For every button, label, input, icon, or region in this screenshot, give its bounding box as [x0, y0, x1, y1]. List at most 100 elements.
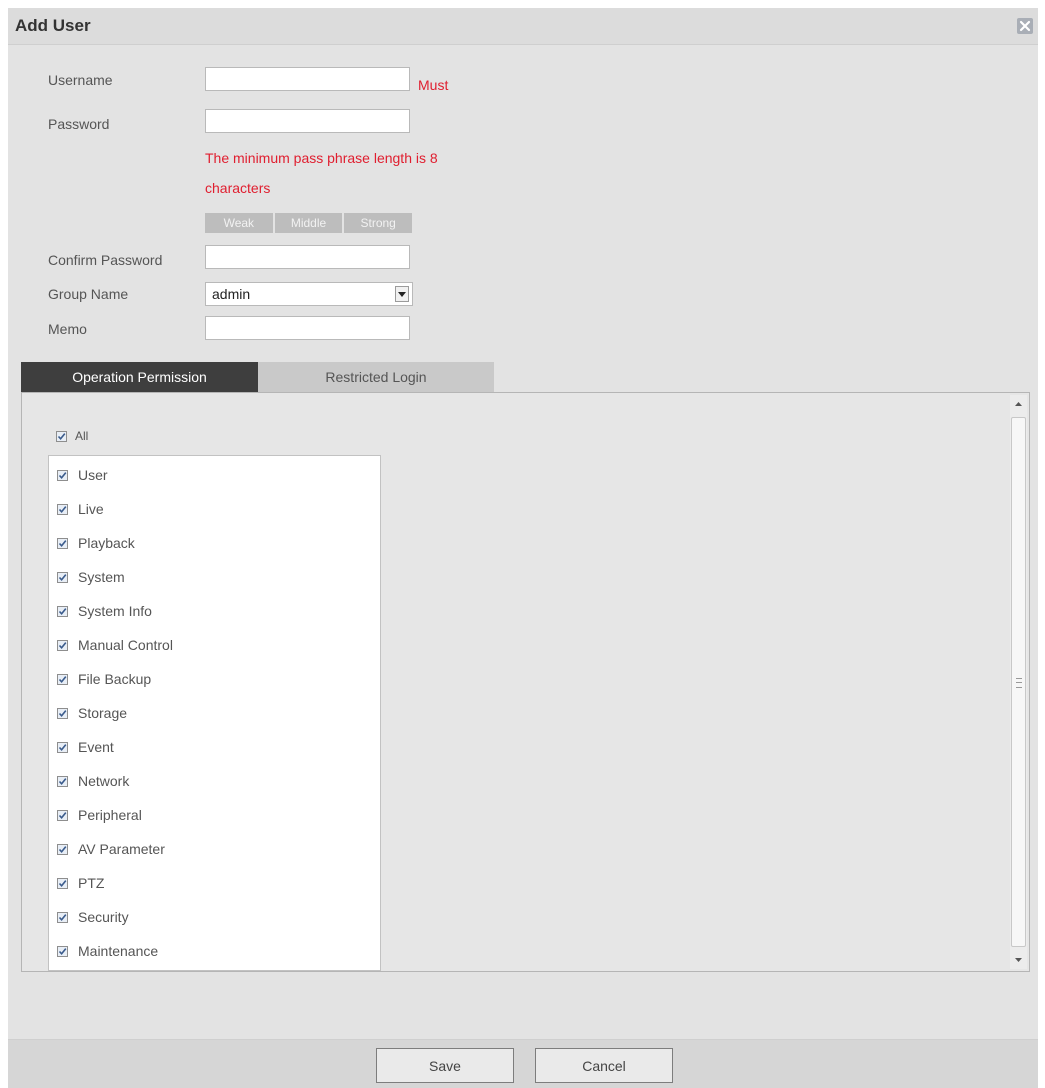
permission-label: Playback — [78, 535, 135, 551]
all-permissions-row[interactable]: All — [56, 429, 88, 443]
permission-checkbox[interactable] — [57, 639, 68, 651]
grip-icon — [1016, 678, 1022, 688]
list-item[interactable]: User — [57, 465, 108, 485]
permission-checkbox[interactable] — [57, 843, 68, 855]
close-button[interactable] — [1017, 18, 1033, 34]
permission-label: Event — [78, 739, 114, 755]
tab-restricted-login[interactable]: Restricted Login — [258, 362, 494, 392]
permission-label: PTZ — [78, 875, 105, 891]
list-item[interactable]: Event — [57, 737, 114, 757]
password-hint-line1: The minimum pass phrase length is 8 — [205, 150, 438, 166]
password-label: Password — [48, 116, 110, 132]
permission-label: System Info — [78, 603, 152, 619]
checkmark-icon — [58, 539, 67, 547]
permission-checkbox[interactable] — [57, 605, 68, 617]
memo-label: Memo — [48, 321, 87, 337]
password-strength-meter: Weak Middle Strong — [205, 213, 413, 233]
permission-checkbox[interactable] — [57, 503, 68, 515]
checkmark-icon — [58, 607, 67, 615]
vertical-scrollbar[interactable] — [1010, 395, 1027, 969]
permission-checkbox[interactable] — [57, 469, 68, 481]
password-input[interactable] — [205, 109, 410, 133]
scroll-up-button[interactable] — [1010, 395, 1027, 413]
memo-input[interactable] — [205, 316, 410, 340]
list-item[interactable]: Live — [57, 499, 104, 519]
checkmark-icon — [58, 845, 67, 853]
list-item[interactable]: Manual Control — [57, 635, 173, 655]
strength-weak: Weak — [205, 213, 273, 233]
list-item[interactable]: System Info — [57, 601, 152, 621]
save-button[interactable]: Save — [376, 1048, 514, 1083]
permission-label: Peripheral — [78, 807, 142, 823]
permission-label: Storage — [78, 705, 128, 721]
password-hint-line2: characters — [205, 180, 271, 196]
dialog-footer: Save Cancel — [8, 1039, 1038, 1088]
permission-label: Network — [78, 773, 130, 789]
permission-checkbox[interactable] — [57, 673, 68, 685]
list-item[interactable]: System — [57, 567, 125, 587]
permission-checkbox[interactable] — [57, 741, 68, 753]
permission-label: Maintenance — [78, 943, 159, 959]
close-icon — [1019, 20, 1031, 32]
all-checkbox[interactable] — [56, 430, 67, 442]
all-label: All — [75, 429, 89, 443]
add-user-dialog: Add User Username Must Password The mini… — [8, 8, 1038, 1088]
group-name-select[interactable]: admin — [205, 282, 413, 306]
checkmark-icon — [58, 947, 67, 955]
permission-checkbox[interactable] — [57, 945, 68, 957]
list-item[interactable]: Playback — [57, 533, 135, 553]
permission-checkbox[interactable] — [57, 707, 68, 719]
checkmark-icon — [58, 879, 67, 887]
list-item[interactable]: Storage — [57, 703, 127, 723]
permission-label: Live — [78, 501, 104, 517]
username-required-note: Must — [418, 77, 449, 93]
arrow-up-icon — [1015, 402, 1022, 406]
permission-checkbox[interactable] — [57, 877, 68, 889]
arrow-down-icon — [1015, 958, 1022, 962]
checkmark-icon — [58, 777, 67, 785]
list-item[interactable]: AV Parameter — [57, 839, 165, 859]
checkmark-icon — [58, 811, 67, 819]
permission-checkbox[interactable] — [57, 809, 68, 821]
cancel-button[interactable]: Cancel — [535, 1048, 673, 1083]
tab-operation-permission[interactable]: Operation Permission — [21, 362, 258, 392]
permission-label: AV Parameter — [78, 841, 165, 857]
list-item[interactable]: Network — [57, 771, 129, 791]
dropdown-button[interactable] — [395, 286, 409, 302]
strength-strong: Strong — [344, 213, 413, 233]
checkmark-icon — [57, 432, 66, 440]
permission-label: Manual Control — [78, 637, 173, 653]
username-label: Username — [48, 72, 113, 88]
group-name-label: Group Name — [48, 286, 129, 302]
checkmark-icon — [58, 641, 67, 649]
group-name-value: admin — [212, 286, 251, 302]
checkmark-icon — [58, 913, 67, 921]
checkmark-icon — [58, 743, 67, 751]
dialog-titlebar: Add User — [8, 8, 1038, 45]
permission-checkbox[interactable] — [57, 571, 68, 583]
list-item[interactable]: Maintenance — [57, 941, 158, 961]
dialog-title: Add User — [15, 16, 91, 35]
checkmark-icon — [58, 675, 67, 683]
scroll-down-button[interactable] — [1010, 951, 1027, 969]
permission-list: User Live Playback System System Info Ma… — [48, 455, 381, 971]
permission-label: Security — [78, 909, 129, 925]
permission-checkbox[interactable] — [57, 537, 68, 549]
confirm-password-input[interactable] — [205, 245, 410, 269]
list-item[interactable]: PTZ — [57, 873, 104, 893]
checkmark-icon — [58, 471, 67, 479]
chevron-down-icon — [398, 292, 406, 297]
permission-label: User — [78, 467, 108, 483]
list-item[interactable]: Peripheral — [57, 805, 142, 825]
username-input[interactable] — [205, 67, 410, 91]
permission-label: System — [78, 569, 125, 585]
checkmark-icon — [58, 573, 67, 581]
list-item[interactable]: Security — [57, 907, 129, 927]
checkmark-icon — [58, 709, 67, 717]
permission-checkbox[interactable] — [57, 775, 68, 787]
scroll-thumb[interactable] — [1011, 417, 1026, 947]
list-item[interactable]: File Backup — [57, 669, 151, 689]
strength-middle: Middle — [274, 213, 343, 233]
checkmark-icon — [58, 505, 67, 513]
permission-checkbox[interactable] — [57, 911, 68, 923]
